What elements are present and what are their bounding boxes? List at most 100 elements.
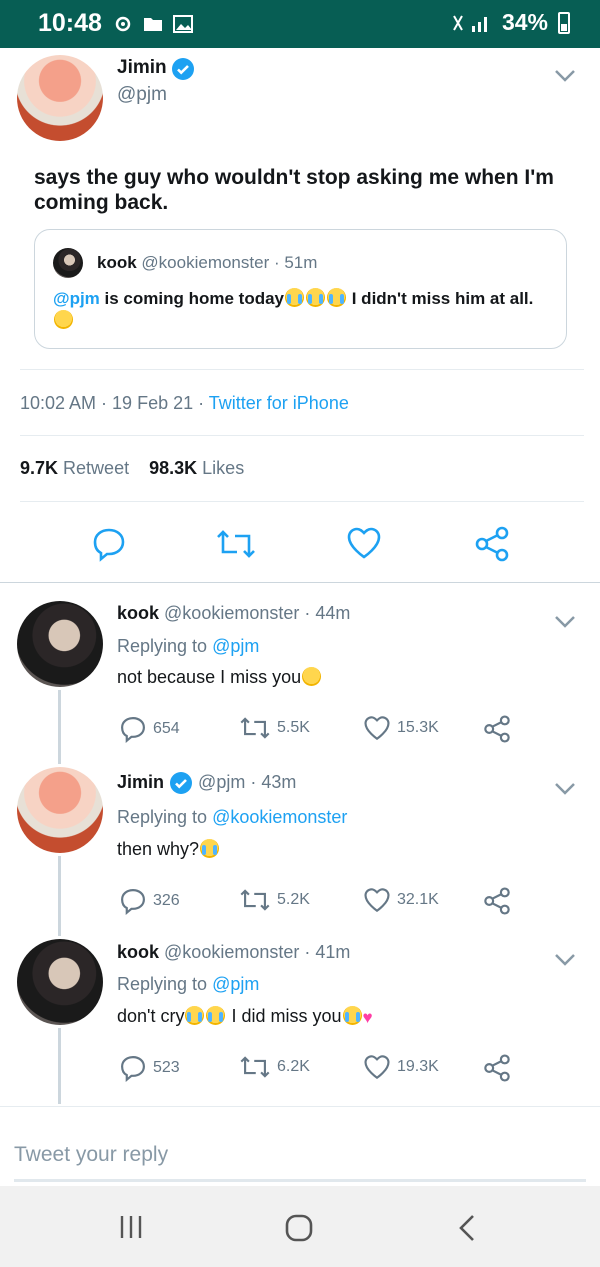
author-name[interactable]: kook xyxy=(117,942,159,962)
thread-line xyxy=(58,856,61,936)
unamused-emoji-icon xyxy=(302,667,322,686)
like-count: 19.3K xyxy=(397,1058,439,1075)
reply-icon xyxy=(121,1056,145,1082)
like-count: 32.1K xyxy=(397,891,439,908)
reply-input[interactable]: Tweet your reply xyxy=(14,1143,168,1167)
thread-line xyxy=(58,1028,61,1104)
retweet-button[interactable]: 6.2K xyxy=(239,1054,310,1080)
reply-icon xyxy=(121,889,145,915)
mention-link[interactable]: @pjm xyxy=(212,636,259,656)
crying-emoji-icon xyxy=(285,288,305,307)
share-button[interactable] xyxy=(483,887,511,915)
retweet-count: 5.5K xyxy=(277,719,310,736)
replying-to: Replying to @pjm xyxy=(117,974,260,994)
divider xyxy=(20,435,584,436)
verified-badge-icon xyxy=(172,58,195,80)
reply-text: then why? xyxy=(117,839,220,860)
like-icon[interactable] xyxy=(346,526,382,560)
author-name[interactable]: kook xyxy=(117,603,159,623)
author-name[interactable]: Jimin xyxy=(117,57,167,78)
share-button[interactable] xyxy=(483,1054,511,1082)
retweet-button[interactable]: 5.2K xyxy=(239,887,310,913)
back-icon[interactable] xyxy=(455,1213,479,1243)
author-handle[interactable]: @kookiemonster xyxy=(164,942,299,962)
author-name[interactable]: Jimin xyxy=(117,772,164,792)
reply-count: 326 xyxy=(153,892,180,909)
crying-emoji-icon xyxy=(200,839,220,858)
reply-text: not because I miss you xyxy=(117,667,322,688)
avatar[interactable] xyxy=(17,767,103,853)
home-icon[interactable] xyxy=(284,1213,314,1243)
author-handle[interactable]: @pjm xyxy=(198,772,245,792)
recents-icon[interactable] xyxy=(117,1213,145,1241)
retweet-count: 6.2K xyxy=(277,1058,310,1075)
like-icon xyxy=(364,888,390,912)
reply-button[interactable]: 326 xyxy=(119,887,180,915)
retweet-button[interactable]: 5.5K xyxy=(239,715,310,741)
reply-icon xyxy=(121,717,145,743)
tweet-stats: 9.7K Retweet 98.3K Likes xyxy=(20,458,244,479)
notification-icon xyxy=(115,16,131,32)
heart-emoji-icon: ♥ xyxy=(362,1008,373,1027)
signal-icon xyxy=(453,15,487,32)
like-icon xyxy=(364,716,390,740)
author-handle[interactable]: @pjm xyxy=(117,84,167,106)
crying-emoji-icon xyxy=(327,288,347,307)
battery-icon xyxy=(558,11,570,34)
tweet-text: says the guy who wouldn't stop asking me… xyxy=(34,166,554,214)
share-icon xyxy=(484,715,510,743)
replying-to: Replying to @pjm xyxy=(117,636,260,656)
quoted-author-handle: @kookiemonster xyxy=(141,253,270,272)
chevron-down-icon[interactable] xyxy=(552,608,578,634)
share-icon xyxy=(484,1054,510,1082)
chevron-down-icon[interactable] xyxy=(552,62,578,88)
reply-actions: 523 6.2K 19.3K xyxy=(117,1054,517,1084)
likes-stat[interactable]: 98.3K Likes xyxy=(149,458,244,478)
reply-time: · 44m xyxy=(304,603,351,623)
retweet-icon xyxy=(240,717,270,739)
author-handle[interactable]: @kookiemonster xyxy=(164,603,299,623)
main-tweet-author: Jimin xyxy=(117,57,195,81)
retweet-icon xyxy=(240,1056,270,1078)
reply-button[interactable]: 523 xyxy=(119,1054,180,1082)
client-link[interactable]: Twitter for iPhone xyxy=(209,393,349,413)
like-button[interactable]: 15.3K xyxy=(363,715,439,741)
status-bar: 10:48 34% xyxy=(0,0,600,48)
like-button[interactable]: 19.3K xyxy=(363,1054,439,1080)
relieved-emoji-icon xyxy=(54,310,73,329)
share-button[interactable] xyxy=(483,715,511,743)
reply-count: 654 xyxy=(153,720,180,737)
quoted-author-name: kook xyxy=(97,253,137,272)
avatar[interactable] xyxy=(17,939,103,1025)
thread-line xyxy=(58,690,61,764)
quoted-tweet[interactable]: kook @kookiemonster · 51m @pjm is coming… xyxy=(34,229,567,349)
reply-count: 523 xyxy=(153,1059,180,1076)
tweet-actions xyxy=(0,522,600,568)
retweets-stat[interactable]: 9.7K Retweet xyxy=(20,458,129,478)
quoted-time: · 51m xyxy=(273,253,318,272)
quoted-text: @pjm is coming home today I didn't miss … xyxy=(53,288,553,332)
avatar xyxy=(53,248,83,278)
replying-to: Replying to @kookiemonster xyxy=(117,807,348,827)
share-icon[interactable] xyxy=(474,526,510,562)
avatar[interactable] xyxy=(17,601,103,687)
like-icon xyxy=(364,1055,390,1079)
mention-link[interactable]: @pjm xyxy=(212,974,259,994)
reply-text: don't cry I did miss you ♥ xyxy=(117,1006,373,1027)
reply-button[interactable]: 654 xyxy=(119,715,180,743)
mention-link[interactable]: @kookiemonster xyxy=(212,807,347,827)
crying-emoji-icon xyxy=(206,1006,226,1025)
mention-link[interactable]: @pjm xyxy=(53,289,100,308)
reply-icon[interactable] xyxy=(91,526,127,562)
like-button[interactable]: 32.1K xyxy=(363,887,439,913)
status-time: 10:48 xyxy=(38,9,102,37)
chevron-down-icon[interactable] xyxy=(552,946,578,972)
retweet-icon[interactable] xyxy=(215,528,257,560)
avatar[interactable] xyxy=(17,55,103,141)
section-separator xyxy=(0,582,600,583)
battery-percent: 34% xyxy=(501,9,548,35)
reply-time: · 41m xyxy=(304,942,351,962)
divider xyxy=(20,369,584,370)
chevron-down-icon[interactable] xyxy=(552,775,578,801)
crying-emoji-icon xyxy=(185,1006,205,1025)
